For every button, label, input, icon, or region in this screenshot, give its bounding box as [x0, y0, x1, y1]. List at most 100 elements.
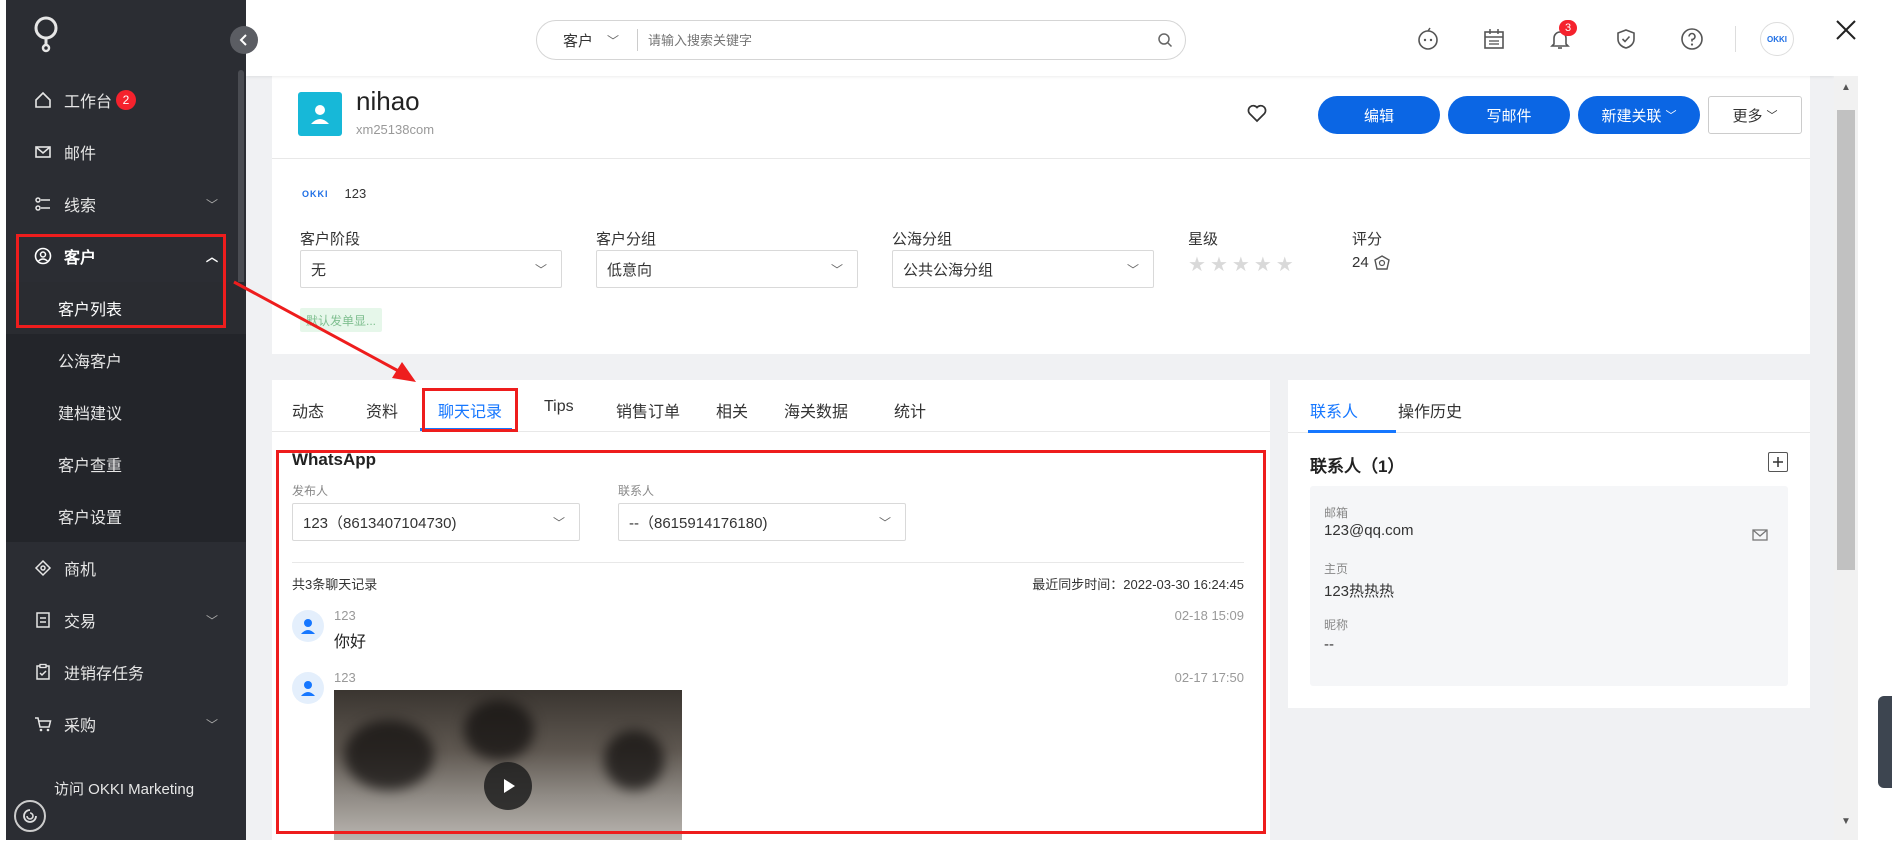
sidebar-item-deals[interactable]: 交易 ﹀ [6, 594, 246, 646]
scroll-thumb[interactable] [1837, 110, 1855, 570]
customer-tag[interactable]: 默认发单显... [300, 308, 383, 332]
document-icon [32, 609, 54, 631]
group-label: 客户分组 [596, 231, 657, 248]
tab-contacts[interactable]: 联系人 [1310, 398, 1358, 422]
contacts-title: 联系人（1） [1310, 457, 1405, 476]
group-value: 低意向 [607, 261, 653, 279]
customer-name: nihao [356, 86, 420, 116]
bell-icon[interactable]: 3 [1547, 20, 1577, 52]
sidebar-item-customer-settings[interactable]: 客户设置 [6, 490, 246, 542]
score-badge-icon [1373, 254, 1390, 270]
whatsapp-title: WhatsApp [292, 450, 377, 469]
sidebar-item-opportunities[interactable]: 商机 [6, 542, 246, 594]
sidebar-item-mail[interactable]: 邮件 [6, 126, 246, 178]
stage-select[interactable]: 无 ﹀ [300, 250, 562, 288]
star-icon[interactable]: ★ [1232, 252, 1250, 277]
scroll-down-icon[interactable]: ▼ [1841, 816, 1851, 827]
video-message[interactable] [334, 690, 682, 840]
tab-chat-history[interactable]: 聊天记录 [438, 398, 502, 422]
tab-operation-history[interactable]: 操作历史 [1398, 398, 1462, 422]
message-sender: 123 [334, 608, 356, 623]
add-contact-button[interactable] [1768, 452, 1788, 472]
side-widget-handle[interactable] [1878, 696, 1892, 788]
publisher-value: 123（8613407104730) [303, 514, 457, 532]
app-logo[interactable] [26, 10, 66, 54]
star-icon[interactable]: ★ [1254, 252, 1272, 277]
contacts-panel: 联系人 操作历史 联系人（1） 邮箱 123@qq.com 主页 123热热热 … [1288, 380, 1810, 708]
calendar-icon[interactable] [1481, 26, 1507, 52]
sidebar-item-label: 邮件 [64, 146, 97, 163]
notification-badge: 3 [1559, 20, 1577, 36]
sidebar-item-inventory-tasks[interactable]: 进销存任务 [6, 646, 246, 698]
main-area: 客户 ﹀ 3 [246, 0, 1834, 840]
tab-related[interactable]: 相关 [716, 398, 748, 422]
star-icon[interactable]: ★ [1276, 252, 1294, 277]
group-select[interactable]: 低意向 ﹀ [596, 250, 858, 288]
tab-profile[interactable]: 资料 [366, 398, 398, 422]
email-label: 邮箱 [1324, 506, 1349, 520]
sidebar-item-purchasing[interactable]: 采购 ﹀ [6, 698, 246, 750]
sidebar-item-leads[interactable]: 线索 ﹀ [6, 178, 246, 230]
pool-select[interactable]: 公共公海分组 ﹀ [892, 250, 1154, 288]
top-bar: 客户 ﹀ 3 [246, 0, 1834, 76]
tab-tips[interactable]: Tips [544, 398, 574, 416]
mail-icon[interactable] [1752, 528, 1768, 545]
scroll-up-icon[interactable]: ▲ [1841, 82, 1851, 93]
tab-sales-orders[interactable]: 销售订单 [616, 398, 680, 422]
star-rating[interactable]: ★ ★ ★ ★ ★ [1188, 252, 1298, 277]
sidebar-item-suggestions[interactable]: 建档建议 [6, 386, 246, 438]
search-input[interactable] [638, 32, 1145, 48]
email-value[interactable]: 123@qq.com [1324, 522, 1413, 539]
support-icon[interactable] [14, 800, 46, 832]
tab-activity[interactable]: 动态 [292, 398, 324, 422]
sidebar-item-customer-list[interactable]: 客户列表 [6, 282, 246, 334]
contact-select[interactable]: --（8615914176180) ﹀ [618, 503, 906, 541]
shield-icon[interactable] [1613, 26, 1639, 52]
assistant-icon[interactable] [1415, 26, 1441, 52]
sidebar-item-public-customers[interactable]: 公海客户 [6, 334, 246, 386]
star-icon[interactable]: ★ [1188, 252, 1206, 277]
publisher-label: 发布人 [292, 484, 329, 498]
sidebar-item-label: 公海客户 [58, 354, 123, 371]
sidebar-item-customers[interactable]: 客户 ︿ [6, 230, 246, 282]
leads-icon [32, 193, 54, 215]
chevron-down-icon: ﹀ [830, 263, 843, 277]
topbar-divider [1735, 26, 1736, 52]
chevron-down-icon: ﹀ [1766, 110, 1778, 122]
active-tab-indicator [420, 428, 512, 431]
video-frame-blob [604, 730, 664, 790]
tab-customs-data[interactable]: 海关数据 [784, 398, 848, 422]
write-email-button[interactable]: 写邮件 [1448, 96, 1570, 134]
page-scrollbar[interactable]: ▲ ▼ [1834, 76, 1858, 840]
publisher-select[interactable]: 123（8613407104730) ﹀ [292, 503, 580, 541]
new-link-button[interactable]: 新建关联 ﹀ [1578, 96, 1700, 134]
customer-header-card: nihao xm25138com 编辑 写邮件 新建关联 ﹀ 更多 ﹀ OKKI… [272, 76, 1810, 354]
video-frame-blob [464, 700, 534, 760]
message-time: 02-17 17:50 [1174, 670, 1244, 685]
help-icon[interactable] [1679, 26, 1705, 52]
favorite-heart-icon[interactable] [1246, 102, 1268, 127]
star-label: 星级 [1188, 231, 1219, 248]
nickname-label: 昵称 [1324, 618, 1349, 632]
sidebar-item-duplicate-check[interactable]: 客户查重 [6, 438, 246, 490]
search-icon[interactable] [1145, 32, 1185, 48]
search-scope-select[interactable]: 客户 ﹀ [537, 30, 637, 51]
chevron-up-icon: ︿ [205, 250, 218, 264]
chevron-down-icon: ﹀ [205, 198, 218, 212]
sidebar-item-label: 交易 [64, 614, 97, 631]
sidebar: 工作台 2 邮件 线索 ﹀ 客户 ︿ 客户列表 公海客户 建档建议 客户查重 客… [6, 0, 246, 840]
star-icon[interactable]: ★ [1210, 252, 1228, 277]
close-icon[interactable] [1826, 10, 1866, 50]
sidebar-item-workbench[interactable]: 工作台 2 [6, 74, 246, 126]
user-avatar[interactable]: OKKI [1760, 22, 1794, 56]
more-button[interactable]: 更多 ﹀ [1708, 96, 1802, 134]
tab-statistics[interactable]: 统计 [894, 398, 926, 422]
play-icon[interactable] [484, 762, 532, 810]
pool-value: 公共公海分组 [903, 261, 994, 279]
chevron-down-icon: ﹀ [205, 614, 218, 628]
edit-button[interactable]: 编辑 [1318, 96, 1440, 134]
collapse-sidebar-button[interactable] [230, 26, 258, 54]
sidebar-item-label: 客户列表 [58, 302, 123, 319]
more-label: 更多 [1732, 107, 1763, 125]
contact-value: --（8615914176180) [629, 514, 768, 532]
